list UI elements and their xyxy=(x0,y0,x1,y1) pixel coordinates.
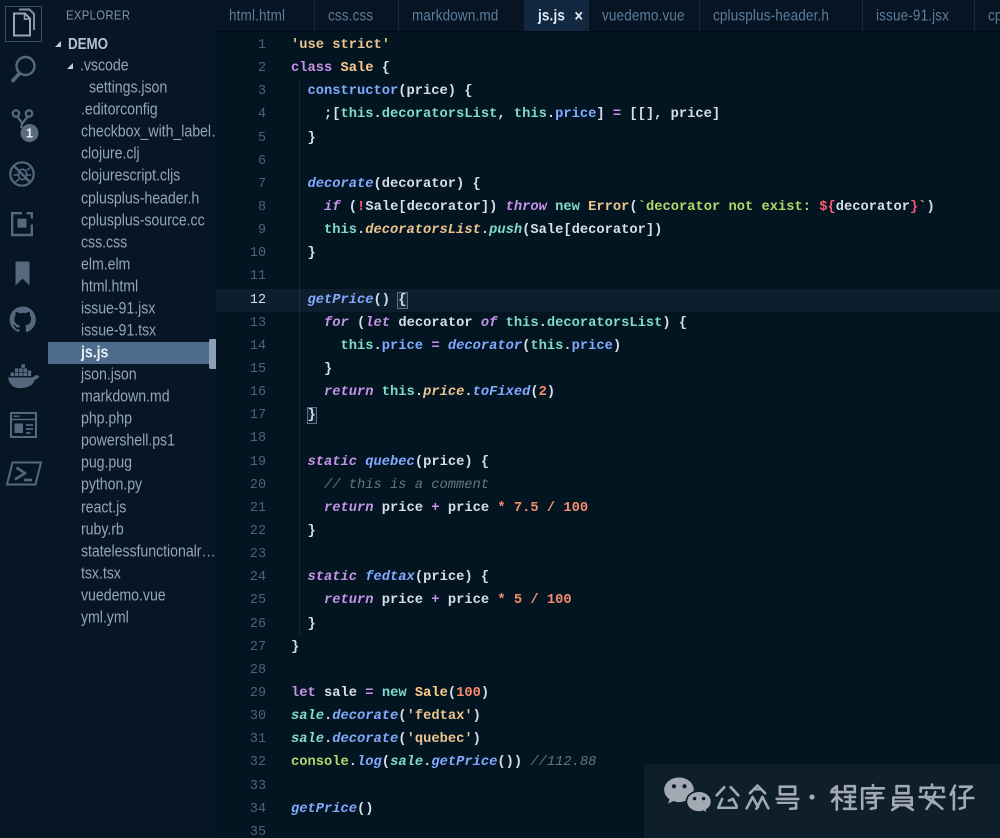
svg-text:1: 1 xyxy=(26,127,33,141)
